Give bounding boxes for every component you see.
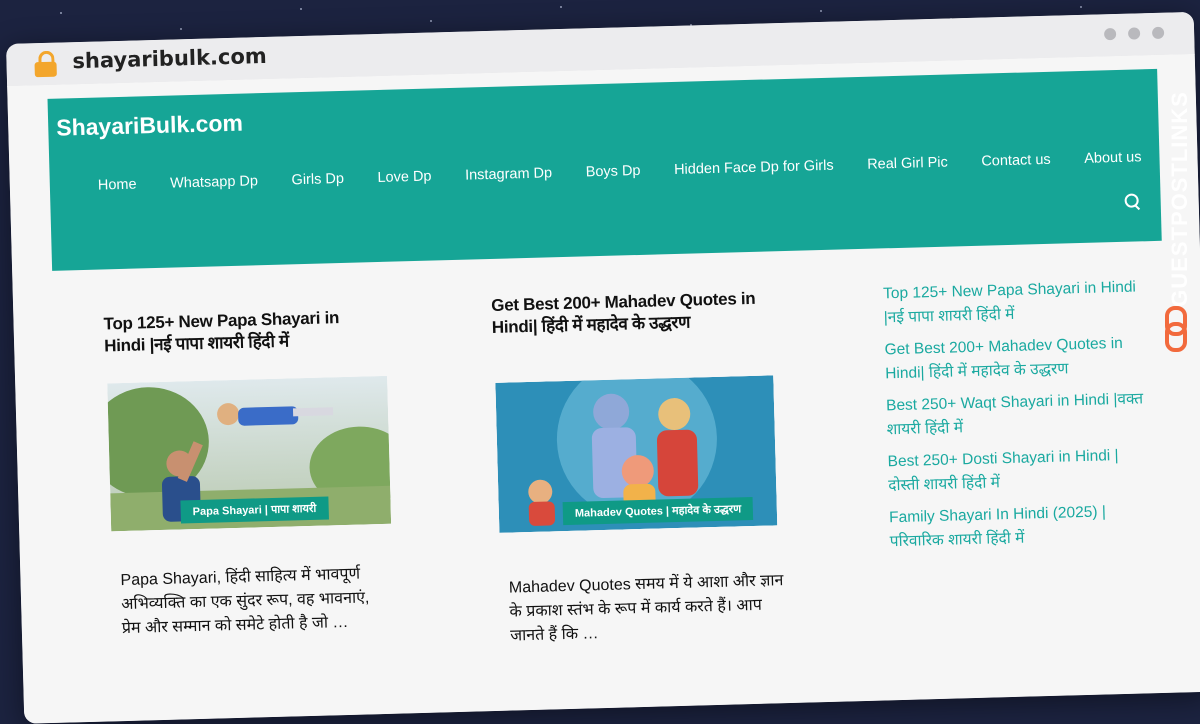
nav-instagram-dp[interactable]: Instagram Dp — [465, 165, 552, 183]
post-thumbnail-papa[interactable]: Papa Shayari | पापा शायरी — [107, 375, 392, 532]
browser-window: shayaribulk.com ShayariBulk.com Home Wha… — [6, 11, 1200, 724]
sidebar-link[interactable]: Best 250+ Dosti Shayari in Hindi | दोस्त… — [887, 443, 1148, 498]
main-nav: Home Whatsapp Dp Girls Dp Love Dp Instag… — [98, 149, 1142, 193]
sidebar-link[interactable]: Get Best 200+ Mahadev Quotes in Hindi| ह… — [884, 331, 1145, 386]
nav-real-girl-pic[interactable]: Real Girl Pic — [867, 155, 948, 173]
window-dot-icon[interactable] — [1151, 26, 1165, 39]
nav-hidden-face-dp[interactable]: Hidden Face Dp for Girls — [674, 158, 834, 178]
nav-whatsapp-dp[interactable]: Whatsapp Dp — [170, 173, 258, 191]
window-dot-icon[interactable] — [1103, 27, 1117, 41]
post-card: Get Best 200+ Mahadev Quotes in Hindi| ह… — [491, 288, 762, 339]
sidebar-link[interactable]: Family Shayari In Hindi (2025) | परिवारि… — [889, 499, 1150, 554]
sidebar-link[interactable]: Best 250+ Waqt Shayari in Hindi |वक्त शा… — [886, 387, 1147, 442]
post-excerpt: Mahadev Quotes समय में ये आशा और ज्ञान क… — [508, 572, 784, 645]
post-title[interactable]: Top 125+ New Papa Shayari in Hindi |नई प… — [103, 306, 384, 358]
nav-about-us[interactable]: About us — [1084, 149, 1142, 167]
window-dot-icon[interactable] — [1127, 27, 1141, 40]
sidebar-recent-posts: Top 125+ New Papa Shayari in Hindi |नई प… — [883, 275, 1150, 562]
nav-home[interactable]: Home — [98, 177, 137, 194]
post-card: Top 125+ New Papa Shayari in Hindi |नई प… — [103, 306, 394, 358]
site-logo[interactable]: ShayariBulk.com — [56, 110, 243, 142]
search-icon[interactable] — [1124, 193, 1141, 211]
post-thumbnail-mahadev[interactable]: Mahadev Quotes | महादेव के उद्धरण — [495, 375, 778, 533]
post-title[interactable]: Get Best 200+ Mahadev Quotes in Hindi| ह… — [491, 288, 757, 339]
lock-icon — [34, 50, 57, 78]
url-text[interactable]: shayaribulk.com — [72, 44, 267, 73]
link-icon — [1165, 306, 1189, 352]
badge-text: GUESTPOSTLINKS — [1167, 91, 1192, 307]
nav-boys-dp[interactable]: Boys Dp — [585, 163, 640, 180]
guestpostlinks-badge: GUESTPOSTLINKS — [1162, 56, 1192, 356]
window-controls — [1103, 26, 1165, 41]
image-caption: Papa Shayari | पापा शायरी — [180, 496, 329, 524]
nav-contact-us[interactable]: Contact us — [981, 152, 1051, 170]
nav-girls-dp[interactable]: Girls Dp — [291, 171, 344, 188]
sidebar-link[interactable]: Top 125+ New Papa Shayari in Hindi |नई प… — [883, 275, 1144, 330]
site-header: ShayariBulk.com Home Whatsapp Dp Girls D… — [47, 68, 1162, 271]
post-excerpt: Papa Shayari, हिंदी साहित्य में भावपूर्ण… — [120, 565, 370, 638]
page-viewport: ShayariBulk.com Home Whatsapp Dp Girls D… — [7, 53, 1200, 724]
nav-love-dp[interactable]: Love Dp — [377, 169, 431, 186]
